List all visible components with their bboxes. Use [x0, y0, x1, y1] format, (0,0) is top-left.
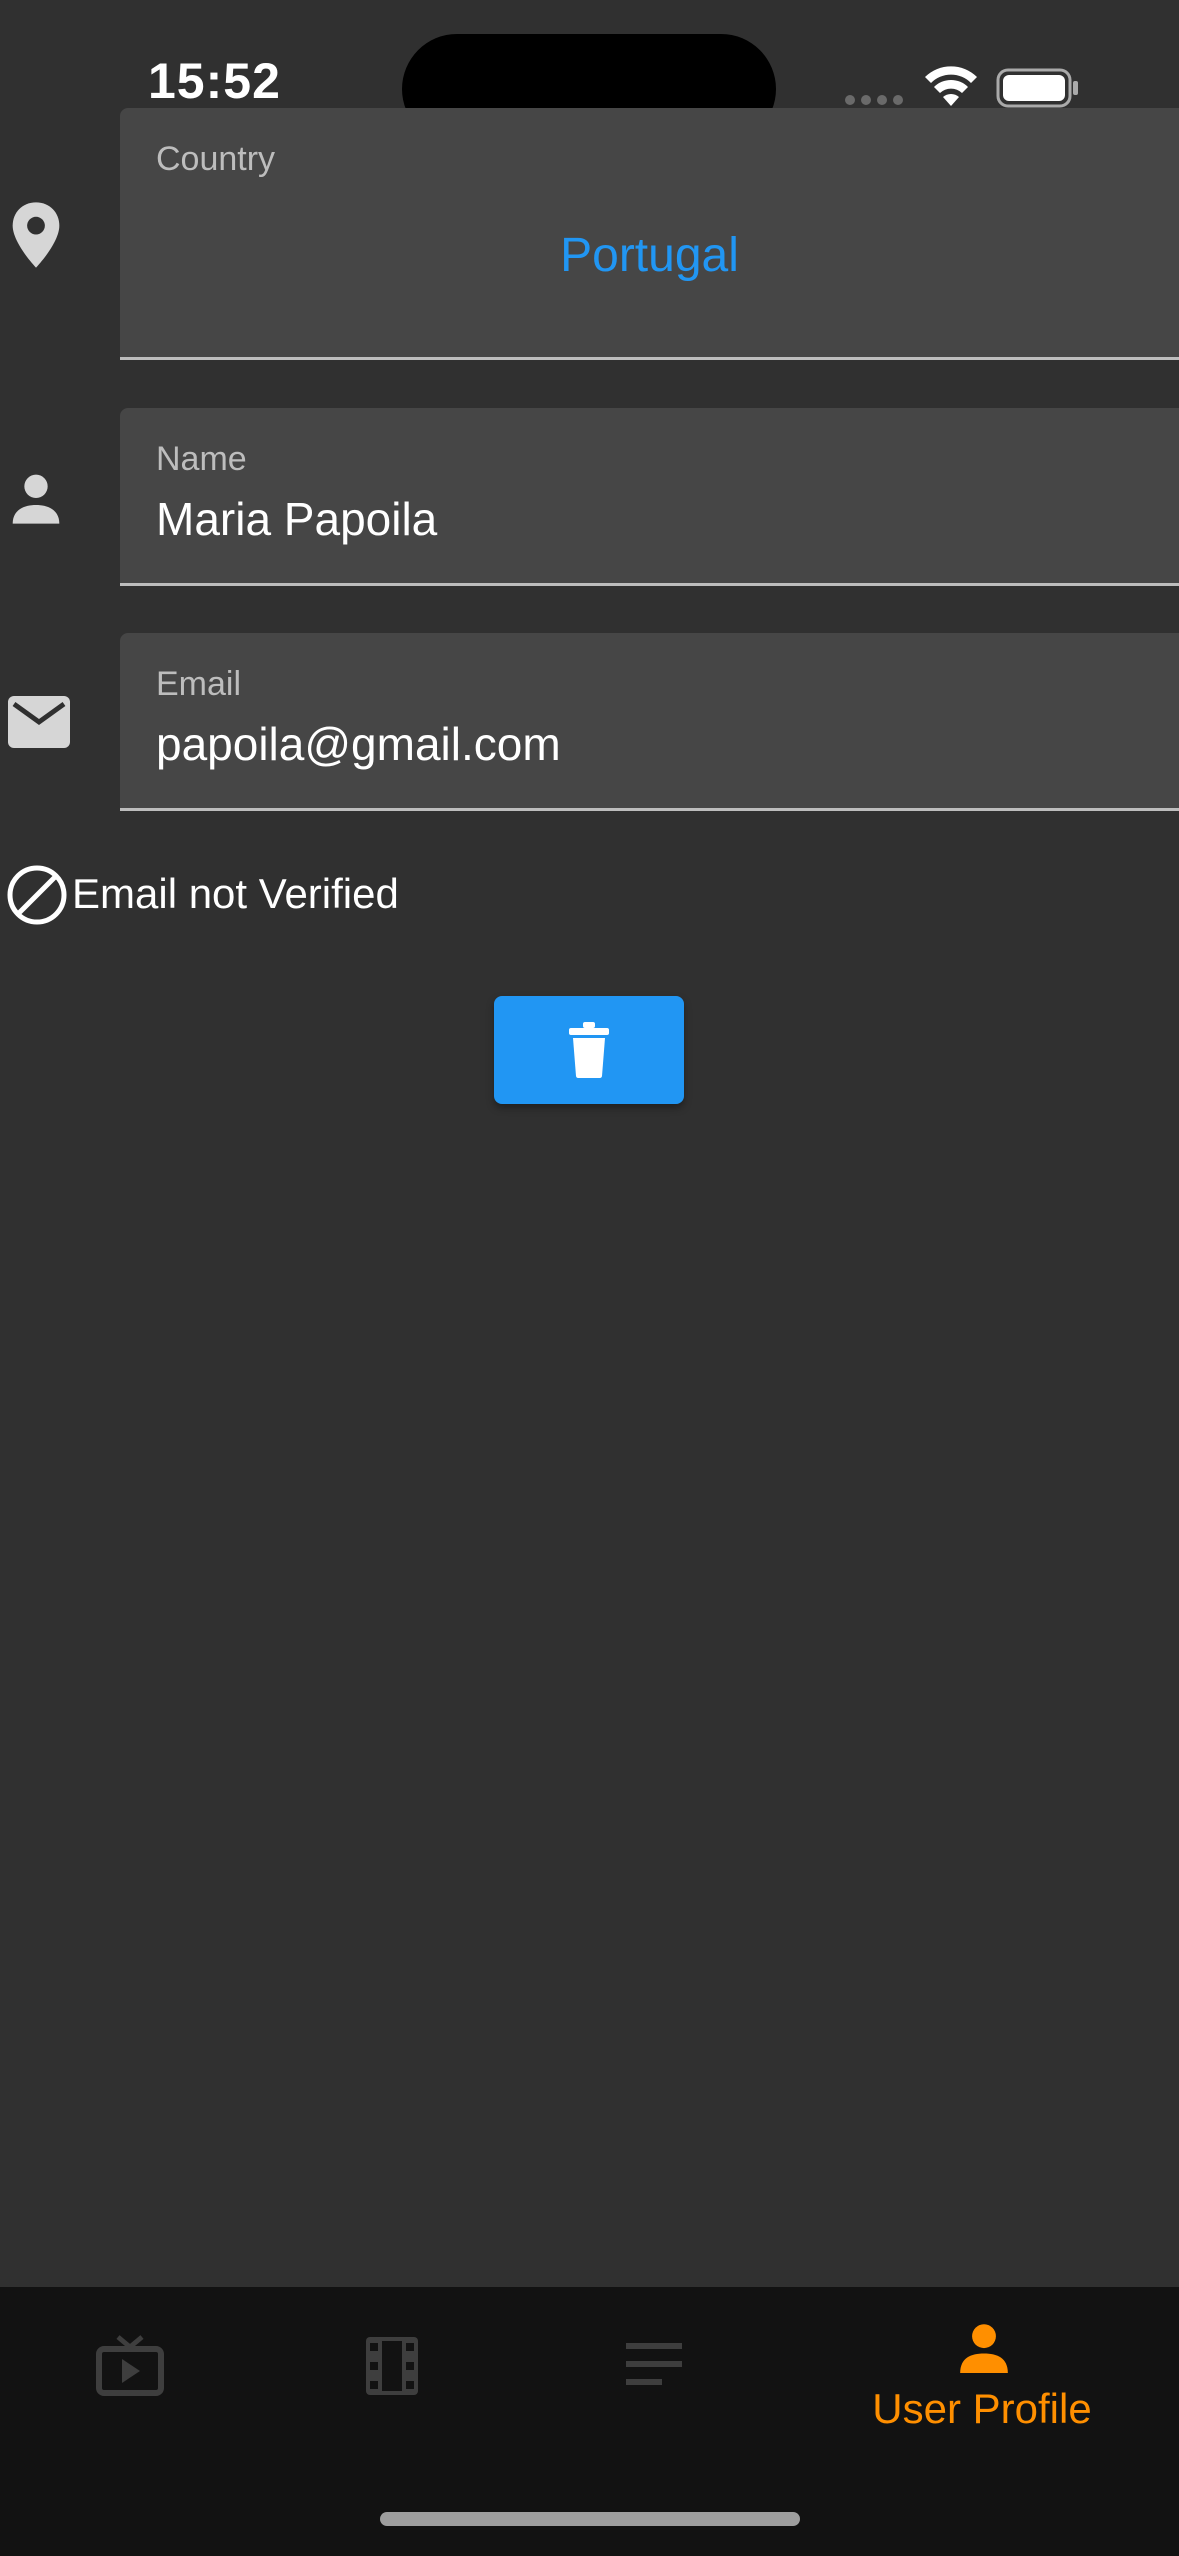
mail-icon [8, 696, 70, 748]
list-icon [626, 2343, 682, 2385]
nav-item-user-profile[interactable]: User Profile [852, 2287, 1112, 2457]
battery-icon [996, 68, 1078, 108]
country-field[interactable]: Country Portugal [120, 108, 1179, 360]
cellular-signal-icon [845, 95, 903, 105]
country-selector[interactable]: Portugal [120, 228, 1179, 283]
email-field[interactable]: Email papoila@gmail.com [120, 633, 1179, 811]
film-icon [366, 2337, 418, 2395]
nav-item-list[interactable] [524, 2287, 784, 2457]
nav-label-user-profile: User Profile [872, 2385, 1092, 2432]
location-pin-icon [12, 202, 60, 268]
email-verification-status: Email not Verified [72, 870, 399, 917]
wifi-icon [925, 66, 977, 106]
name-label: Name [156, 440, 247, 478]
nav-item-tv[interactable] [0, 2287, 260, 2457]
name-input[interactable]: Maria Papoila [156, 492, 437, 546]
country-label: Country [156, 140, 276, 178]
status-time: 15:52 [148, 53, 281, 109]
home-indicator [380, 2512, 800, 2526]
tv-icon [96, 2335, 164, 2396]
nav-item-movies[interactable] [262, 2287, 522, 2457]
user-profile-icon [960, 2324, 1008, 2373]
email-label: Email [156, 665, 242, 703]
person-icon [12, 474, 60, 524]
trash-icon [569, 1022, 609, 1078]
name-field[interactable]: Name Maria Papoila [120, 408, 1179, 586]
delete-account-button[interactable] [494, 996, 684, 1104]
block-icon [7, 865, 67, 925]
email-input[interactable]: papoila@gmail.com [156, 717, 561, 771]
